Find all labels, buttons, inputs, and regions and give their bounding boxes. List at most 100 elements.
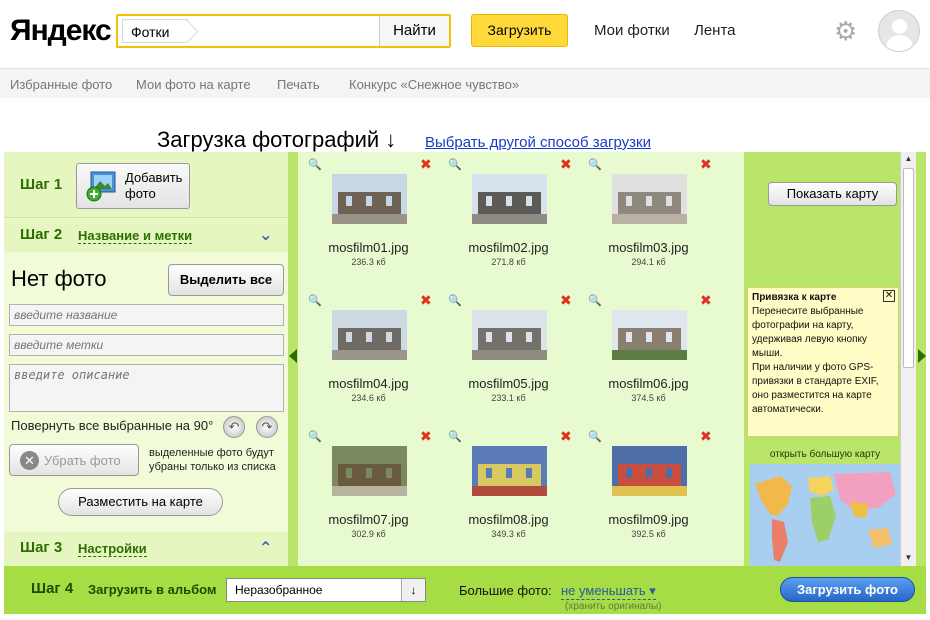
grid-scrollbar[interactable]: ▲ ▼ — [900, 152, 916, 566]
remove-note: выделенные фото будут убраны только из с… — [149, 447, 276, 473]
zoom-icon[interactable]: 🔍 — [308, 430, 322, 443]
photo-filename: mosfilm04.jpg — [328, 376, 409, 391]
photo-filename: mosfilm05.jpg — [468, 376, 549, 391]
big-photo-note: (хранить оригиналы) — [565, 601, 662, 612]
chevron-up-icon[interactable]: ⌃ — [259, 538, 272, 558]
feed-link[interactable]: Лента — [694, 22, 736, 39]
scroll-thumb[interactable] — [903, 168, 914, 368]
zoom-icon[interactable]: 🔍 — [308, 158, 322, 171]
zoom-icon[interactable]: 🔍 — [588, 430, 602, 443]
album-select-value: Неразобранное — [235, 583, 323, 597]
page-title: Загрузка фотографий ↓ — [157, 127, 397, 152]
alt-upload-link[interactable]: Выбрать другой способ загрузки — [425, 134, 651, 151]
photo-cell[interactable]: 🔍 ✖ mosfilm07.jpg 302.9 кб — [298, 424, 438, 554]
no-photo-label: Нет фото — [11, 266, 107, 291]
subnav-map[interactable]: Мои фото на карте — [136, 77, 251, 92]
collapse-right-arrow-icon[interactable] — [918, 349, 926, 363]
delete-icon[interactable]: ✖ — [700, 292, 712, 309]
photo-cell[interactable]: 🔍 ✖ mosfilm09.jpg 392.5 кб — [578, 424, 718, 554]
delete-icon[interactable]: ✖ — [560, 428, 572, 445]
open-big-map-link[interactable]: открыть большую карту — [750, 446, 900, 464]
upload-photos-button[interactable]: Загрузить фото — [780, 577, 915, 602]
close-icon[interactable]: ✕ — [883, 290, 895, 302]
yandex-logo[interactable]: Яндекс — [10, 14, 112, 48]
zoom-icon[interactable]: 🔍 — [448, 294, 462, 307]
photo-cell[interactable]: 🔍 ✖ mosfilm04.jpg 234.6 кб — [298, 288, 438, 418]
photo-cell[interactable]: 🔍 ✖ mosfilm01.jpg 236.3 кб — [298, 152, 438, 282]
zoom-icon[interactable]: 🔍 — [308, 294, 322, 307]
tooltip-text-gps: При наличии у фото GPS-привязки в станда… — [752, 362, 879, 415]
show-map-button[interactable]: Показать карту — [768, 182, 897, 206]
zoom-icon[interactable]: 🔍 — [448, 158, 462, 171]
big-photo-dropdown[interactable]: не уменьшать ▾ — [561, 583, 656, 600]
add-photo-label: Добавить фото — [125, 170, 183, 201]
collapse-left-arrow-icon[interactable] — [289, 349, 297, 363]
delete-icon[interactable]: ✖ — [560, 292, 572, 309]
step2-link[interactable]: Название и метки — [78, 228, 193, 244]
album-select[interactable]: Неразобранное ↓ — [226, 578, 426, 602]
step2-section[interactable]: Шаг 2 Название и метки ⌄ — [4, 219, 288, 252]
search-button[interactable]: Найти — [379, 16, 449, 46]
photo-thumbnail[interactable] — [332, 446, 407, 496]
delete-icon[interactable]: ✖ — [560, 156, 572, 173]
zoom-icon[interactable]: 🔍 — [448, 430, 462, 443]
search-service-tag[interactable]: Фотки — [122, 19, 189, 43]
title-input[interactable] — [9, 304, 284, 326]
photo-cell[interactable]: 🔍 ✖ mosfilm03.jpg 294.1 кб — [578, 152, 718, 282]
subnav-print[interactable]: Печать — [277, 77, 320, 92]
photo-thumbnail[interactable] — [612, 310, 687, 360]
upload-button[interactable]: Загрузить — [471, 14, 568, 47]
search-box[interactable]: Фотки Найти — [116, 14, 451, 48]
chevron-down-icon[interactable]: ↓ — [401, 579, 425, 601]
step4-title: Шаг 4 — [31, 580, 74, 597]
photo-filesize: 294.1 кб — [631, 257, 666, 267]
rotate-right-icon[interactable]: ↷ — [256, 416, 278, 438]
world-map[interactable] — [750, 464, 900, 566]
scroll-down-icon[interactable]: ▼ — [901, 551, 916, 565]
step3-link[interactable]: Настройки — [78, 541, 147, 557]
select-all-button[interactable]: Выделить все — [168, 264, 284, 296]
chevron-down-icon[interactable]: ⌄ — [259, 225, 272, 245]
photo-filesize: 234.6 кб — [351, 393, 386, 403]
tags-input[interactable] — [9, 334, 284, 356]
step2-title: Шаг 2 — [20, 226, 63, 243]
world-map-image — [750, 464, 900, 566]
photo-cell[interactable]: 🔍 ✖ mosfilm06.jpg 374.5 кб — [578, 288, 718, 418]
delete-icon[interactable]: ✖ — [700, 156, 712, 173]
place-on-map-button[interactable]: Разместить на карте — [58, 488, 223, 516]
tooltip-text: Перенесите выбранные фотографии на карту… — [752, 306, 867, 359]
step3-section[interactable]: Шаг 3 Настройки ⌃ — [4, 532, 288, 566]
subnav-contest[interactable]: Конкурс «Снежное чувство» — [349, 77, 519, 92]
photo-cell[interactable]: 🔍 ✖ mosfilm05.jpg 233.1 кб — [438, 288, 578, 418]
photo-cell[interactable]: 🔍 ✖ mosfilm02.jpg 271.8 кб — [438, 152, 578, 282]
photo-thumbnail[interactable] — [332, 310, 407, 360]
photo-thumbnail[interactable] — [472, 446, 547, 496]
photo-thumbnail[interactable] — [612, 446, 687, 496]
photo-thumbnail[interactable] — [612, 174, 687, 224]
photo-filesize: 271.8 кб — [491, 257, 526, 267]
remove-photo-button[interactable]: ✕ Убрать фото — [9, 444, 139, 476]
zoom-icon[interactable]: 🔍 — [588, 294, 602, 307]
photo-thumbnail[interactable] — [332, 174, 407, 224]
rotate-left-icon[interactable]: ↶ — [223, 416, 245, 438]
photo-filename: mosfilm06.jpg — [608, 376, 689, 391]
my-photos-link[interactable]: Мои фотки — [594, 22, 670, 39]
delete-icon[interactable]: ✖ — [700, 428, 712, 445]
delete-icon[interactable]: ✖ — [420, 292, 432, 309]
photo-thumbnail[interactable] — [472, 310, 547, 360]
add-photo-icon — [86, 171, 116, 202]
photo-grid: 🔍 ✖ mosfilm01.jpg 236.3 кб 🔍 ✖ mosfilm02.jpg 27… — [298, 152, 744, 566]
scroll-up-icon[interactable]: ▲ — [901, 152, 916, 166]
delete-icon[interactable]: ✖ — [420, 428, 432, 445]
photo-cell[interactable]: 🔍 ✖ mosfilm08.jpg 349.3 кб — [438, 424, 578, 554]
gear-icon[interactable]: ⚙ — [834, 18, 857, 44]
add-photo-button[interactable]: Добавить фото — [76, 163, 190, 209]
big-photo-label: Большие фото: — [459, 583, 552, 598]
delete-icon[interactable]: ✖ — [420, 156, 432, 173]
user-avatar-icon[interactable] — [878, 10, 920, 52]
subnav-favorites[interactable]: Избранные фото — [10, 77, 112, 92]
zoom-icon[interactable]: 🔍 — [588, 158, 602, 171]
description-input[interactable] — [9, 364, 284, 412]
photo-filesize: 233.1 кб — [491, 393, 526, 403]
photo-thumbnail[interactable] — [472, 174, 547, 224]
